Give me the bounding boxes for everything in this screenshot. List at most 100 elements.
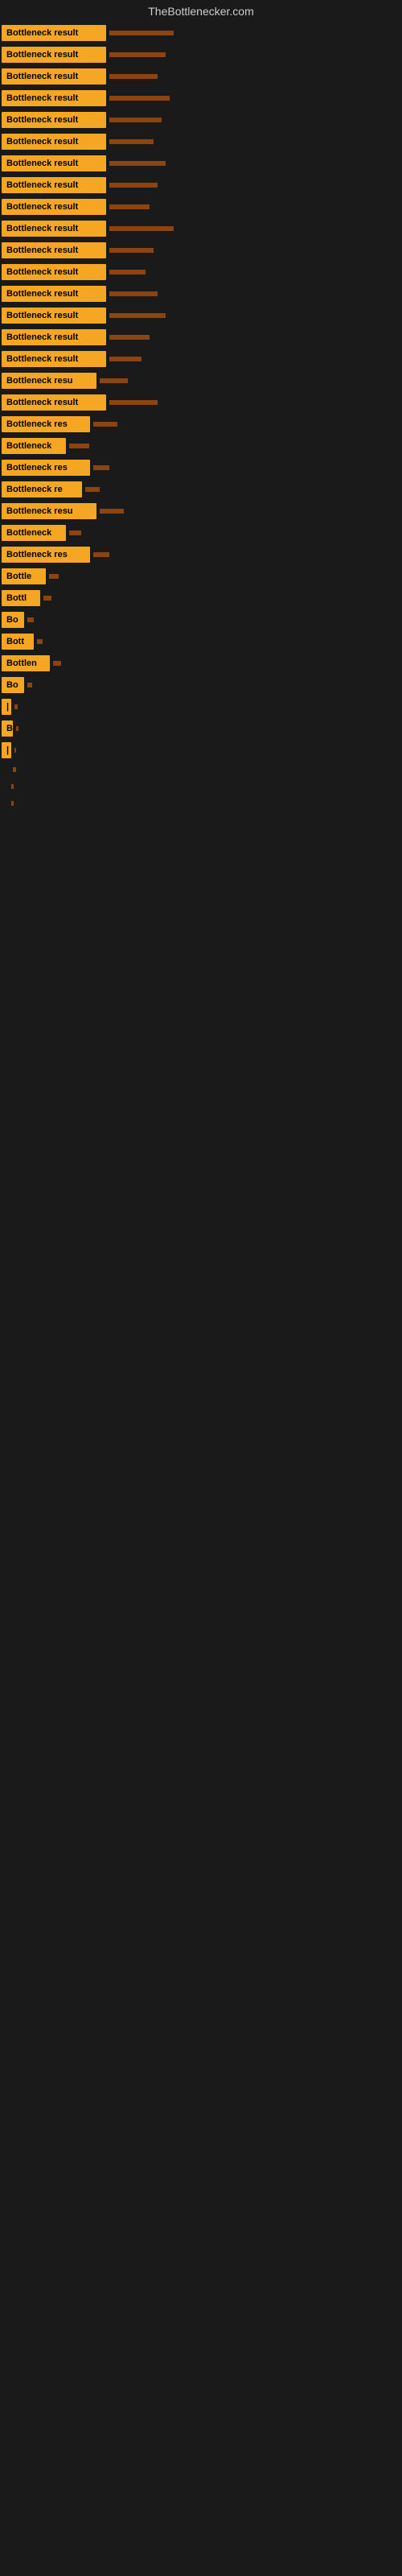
bottleneck-badge: Bottleneck result [2, 308, 106, 324]
bar-indicator [109, 204, 150, 209]
bottleneck-badge: Bottleneck res [2, 547, 90, 563]
bar-indicator [16, 726, 18, 731]
list-item: Bottl [0, 588, 402, 609]
bottleneck-badge: Bottleneck result [2, 199, 106, 215]
list-item: | [0, 740, 402, 761]
list-item: Bottleneck result [0, 283, 402, 304]
list-item: Bottleneck res [0, 414, 402, 435]
list-item: Bo [0, 675, 402, 696]
items-container: Bottleneck result Bottleneck result Bottle… [0, 21, 402, 814]
list-item: Bottleneck result [0, 44, 402, 65]
bar-indicator [93, 465, 109, 470]
bar-indicator [37, 639, 43, 644]
list-item: Bo [0, 609, 402, 630]
page-header: TheBottlenecker.com [0, 0, 402, 21]
list-item: Bottleneck result [0, 153, 402, 174]
list-item: Bottleneck result [0, 196, 402, 217]
list-item: Bottlen [0, 653, 402, 674]
bottleneck-badge: Bottleneck result [2, 155, 106, 171]
list-item: | [0, 696, 402, 717]
bottleneck-badge: Bottleneck result [2, 264, 106, 280]
bottleneck-badge: Bottleneck result [2, 68, 106, 85]
bar-indicator [85, 487, 100, 492]
bottleneck-badge: Bottleneck result [2, 25, 106, 41]
bottleneck-badge: | [2, 742, 11, 758]
bar-indicator [69, 444, 89, 448]
list-item: Bottleneck result [0, 109, 402, 130]
bottleneck-badge: Bottleneck [2, 525, 66, 541]
bottleneck-badge: Bottleneck resu [2, 503, 96, 519]
list-item: Bottleneck res [0, 457, 402, 478]
bottleneck-badge: Bo [2, 677, 24, 693]
bar-indicator [109, 74, 158, 79]
bar-indicator [109, 31, 174, 35]
bar-indicator [109, 248, 154, 253]
list-item: Bott [0, 631, 402, 652]
bottleneck-badge: Bo [2, 612, 24, 628]
list-item: Bottleneck result [0, 305, 402, 326]
list-item: Bottleneck resu [0, 370, 402, 391]
bottleneck-badge: Bottleneck result [2, 177, 106, 193]
bar-indicator [14, 704, 18, 709]
bottleneck-badge: Bottleneck result [2, 329, 106, 345]
bar-indicator [13, 767, 16, 772]
list-item: Bottleneck re [0, 479, 402, 500]
bar-indicator [27, 683, 32, 687]
bottleneck-badge: Bottleneck result [2, 112, 106, 128]
list-item: Bottleneck result [0, 349, 402, 369]
list-item: Bottleneck result [0, 66, 402, 87]
bar-indicator [14, 748, 16, 753]
bar-indicator [109, 139, 154, 144]
bottleneck-badge: Bottleneck result [2, 286, 106, 302]
bottleneck-badge: Bottleneck res [2, 416, 90, 432]
bar-indicator [27, 617, 34, 622]
bottleneck-badge: | [2, 699, 11, 715]
bar-indicator [53, 661, 61, 666]
list-item [0, 778, 402, 795]
bottleneck-badge: Bottleneck result [2, 351, 106, 367]
bottleneck-badge: Bottleneck resu [2, 373, 96, 389]
bar-indicator [109, 183, 158, 188]
list-item: Bottleneck result [0, 240, 402, 261]
bottleneck-badge: Bottleneck [2, 438, 66, 454]
bar-indicator [11, 801, 14, 806]
list-item: Bottleneck result [0, 262, 402, 283]
bottleneck-badge: Bottleneck result [2, 47, 106, 63]
bottleneck-badge: Bottle [2, 568, 46, 584]
list-item: Bottleneck result [0, 131, 402, 152]
bar-indicator [93, 422, 117, 427]
bottleneck-badge: Bott [2, 634, 34, 650]
bar-indicator [93, 552, 109, 557]
list-item: Bottle [0, 566, 402, 587]
list-item: B [0, 718, 402, 739]
bar-indicator [109, 291, 158, 296]
bar-indicator [109, 270, 146, 275]
bar-indicator [109, 161, 166, 166]
bar-indicator [109, 400, 158, 405]
bar-indicator [109, 118, 162, 122]
bottleneck-badge: Bottleneck result [2, 221, 106, 237]
bottleneck-badge: Bottleneck result [2, 394, 106, 411]
bottleneck-badge: Bottleneck result [2, 242, 106, 258]
site-title: TheBottlenecker.com [148, 5, 254, 18]
bar-indicator [109, 226, 174, 231]
bottleneck-badge: Bottleneck result [2, 90, 106, 106]
bar-indicator [49, 574, 59, 579]
list-item: Bottleneck [0, 522, 402, 543]
bottleneck-badge: Bottleneck re [2, 481, 82, 497]
bar-indicator [11, 784, 14, 789]
list-item: Bottleneck result [0, 218, 402, 239]
bar-indicator [109, 96, 170, 101]
list-item: Bottleneck result [0, 175, 402, 196]
list-item [0, 762, 402, 778]
list-item: Bottleneck result [0, 392, 402, 413]
bottleneck-badge: Bottl [2, 590, 40, 606]
bar-indicator [69, 530, 81, 535]
list-item [0, 795, 402, 811]
bar-indicator [109, 52, 166, 57]
bottleneck-badge: B [2, 720, 13, 737]
list-item: Bottleneck result [0, 327, 402, 348]
bar-indicator [109, 357, 142, 361]
bar-indicator [100, 509, 124, 514]
bar-indicator [109, 335, 150, 340]
